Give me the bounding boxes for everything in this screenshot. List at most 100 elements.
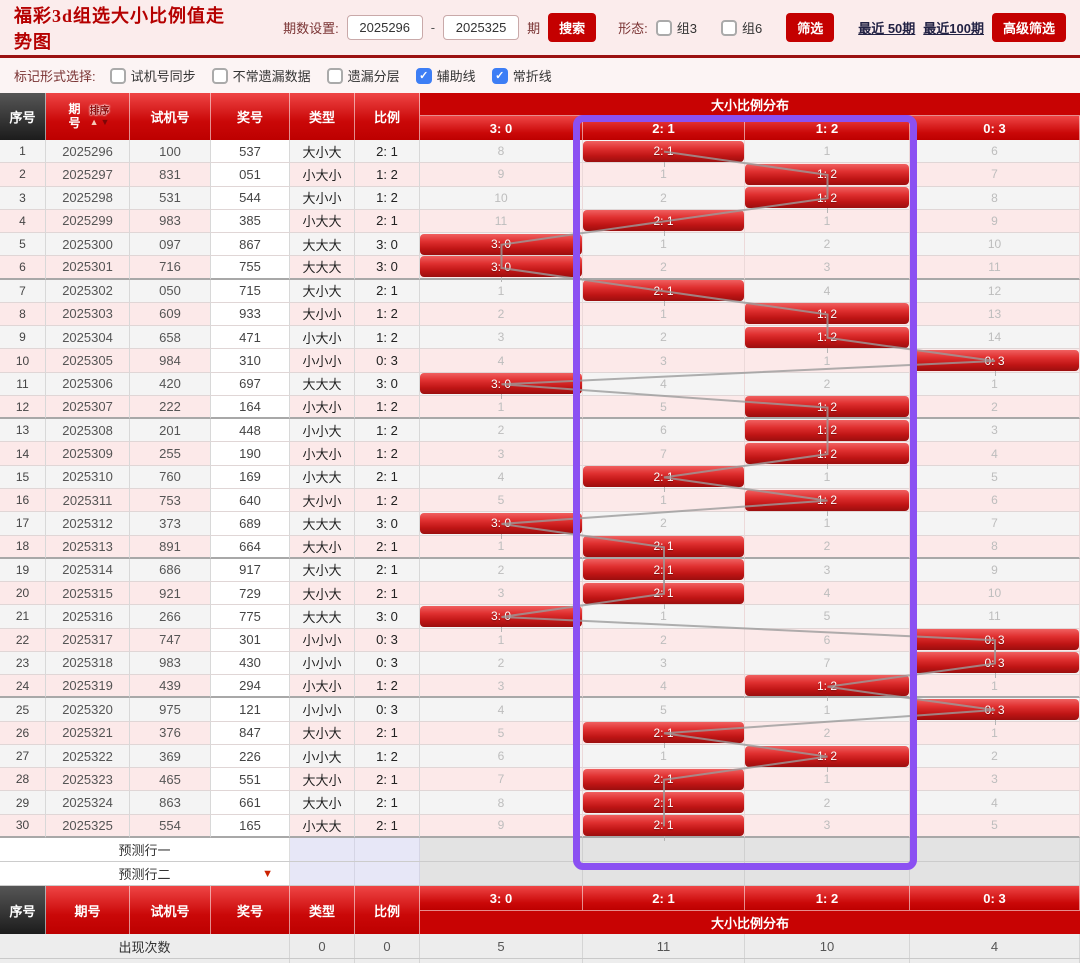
prediction-dist-cell[interactable]: [745, 862, 910, 885]
table-row: 72025302050715大小大2: 112: 1412: [0, 280, 1080, 303]
period-from-input[interactable]: [347, 15, 423, 40]
dist-cell: 3: [910, 419, 1080, 442]
column-header-type: 类型: [290, 93, 355, 140]
ratio-column-0-3: 0: 3: [910, 886, 1080, 910]
dist-cell: 3: [420, 582, 583, 605]
checkbox-checked-icon[interactable]: ✓: [492, 68, 508, 84]
prediction-dist-cell[interactable]: [583, 862, 745, 885]
table-row: 102025305984310小小小0: 34310: 3: [0, 349, 1080, 372]
hit-bar: 2: 1: [583, 559, 744, 580]
filter-button[interactable]: 筛选: [786, 13, 834, 42]
cell-period: 2025320: [46, 698, 130, 721]
cell-prize-number: 226: [211, 745, 290, 768]
prediction-ratio-cell[interactable]: [355, 838, 420, 861]
mark-option-0[interactable]: 试机号同步: [110, 66, 196, 85]
cell-period: 2025316: [46, 605, 130, 628]
prediction-dist-cell[interactable]: [910, 838, 1080, 861]
dist-cell: 0: 3: [910, 349, 1080, 372]
topbar: 福彩3d组选大小比例值走势图 期数设置: - 期 搜索 形态: 组3 组6 筛选…: [0, 0, 1080, 58]
cell-test-number: 255: [130, 442, 211, 465]
search-button[interactable]: 搜索: [548, 13, 596, 42]
prediction-dist-cell[interactable]: [420, 862, 583, 885]
zu6-option[interactable]: 组6: [721, 18, 762, 37]
checkbox-icon[interactable]: [327, 68, 343, 84]
dist-cell: 11: [910, 256, 1080, 279]
dist-cell: 2: [420, 419, 583, 442]
dist-cell: 8: [910, 187, 1080, 210]
dist-cell: 1: 2: [745, 675, 910, 698]
cell-ratio: 0: 3: [355, 629, 420, 652]
zu6-checkbox-icon[interactable]: [721, 20, 737, 36]
mark-option-1[interactable]: 不常遗漏数据: [212, 66, 311, 85]
column-header-seq: 序号: [0, 886, 46, 934]
cell-ratio: 1: 2: [355, 419, 420, 442]
cell-test-number: 376: [130, 722, 211, 745]
sort-asc-icon[interactable]: ▲: [90, 118, 99, 127]
dist-cell: 3: [420, 326, 583, 349]
cell-ratio: 1: 2: [355, 489, 420, 512]
mark-option-label: 遗漏分层: [348, 66, 400, 85]
recent-50-link[interactable]: 最近 50期: [858, 18, 915, 37]
dist-cell: 2: [910, 745, 1080, 768]
table-row: 92025304658471小大小1: 2321: 214: [0, 326, 1080, 349]
cell-seq: 4: [0, 210, 46, 233]
prediction-row-1: 预测行一: [0, 838, 1080, 862]
cell-ratio: 3: 0: [355, 373, 420, 396]
prediction-dist-cell[interactable]: [745, 838, 910, 861]
cell-ratio: 1: 2: [355, 675, 420, 698]
recent-100-link[interactable]: 最近100期: [923, 18, 984, 37]
cell-prize-number: 471: [211, 326, 290, 349]
zu3-checkbox-icon[interactable]: [656, 20, 672, 36]
stat-value: 4: [910, 934, 1080, 958]
cell-ratio: 1: 2: [355, 442, 420, 465]
sort-control[interactable]: 排序 ▲ ▼: [90, 107, 110, 127]
cell-type: 小大小: [290, 326, 355, 349]
ratio-column-3-0: 3: 0: [420, 116, 583, 140]
sort-desc-icon[interactable]: ▼: [101, 118, 110, 127]
cell-period: 2025296: [46, 140, 130, 163]
mark-option-3[interactable]: ✓辅助线: [416, 66, 476, 85]
column-header-period[interactable]: 期号 排序 ▲ ▼: [46, 93, 130, 140]
checkbox-icon[interactable]: [110, 68, 126, 84]
prediction-dist-cell[interactable]: [910, 862, 1080, 885]
prediction-ratio-cell[interactable]: [355, 862, 420, 885]
cell-prize-number: 775: [211, 605, 290, 628]
table-row: 212025316266775大大大3: 03: 01511: [0, 605, 1080, 628]
cell-type: 大大大: [290, 233, 355, 256]
prediction-label: 预测行一: [0, 838, 290, 861]
hit-bar: 1: 2: [745, 187, 909, 208]
mark-option-4[interactable]: ✓常折线: [492, 66, 552, 85]
ratio-column-1-2: 1: 2: [745, 116, 910, 140]
mark-option-2[interactable]: 遗漏分层: [327, 66, 400, 85]
cell-prize-number: 385: [211, 210, 290, 233]
cell-prize-number: 917: [211, 559, 290, 582]
column-header-test: 试机号: [130, 93, 211, 140]
cell-type: 大大大: [290, 373, 355, 396]
prediction-dist-cell[interactable]: [583, 838, 745, 861]
checkbox-checked-icon[interactable]: ✓: [416, 68, 432, 84]
dist-cell: 1: [583, 745, 745, 768]
cell-ratio: 2: 1: [355, 815, 420, 838]
checkbox-icon[interactable]: [212, 68, 228, 84]
dist-cell: 6: [745, 629, 910, 652]
table-row: 252025320975121小小小0: 34510: 3: [0, 698, 1080, 721]
period-to-input[interactable]: [443, 15, 519, 40]
cell-period: 2025321: [46, 722, 130, 745]
dist-cell: 4: [910, 791, 1080, 814]
cell-period: 2025317: [46, 629, 130, 652]
prediction-type-cell[interactable]: [290, 838, 355, 861]
mark-options: 试机号同步不常遗漏数据 遗漏分层 ✓辅助线 ✓常折线: [110, 66, 568, 85]
dist-cell: 8: [910, 536, 1080, 559]
prediction-dist-cell[interactable]: [420, 838, 583, 861]
dist-cell: 9: [420, 815, 583, 838]
advanced-filter-button[interactable]: 高级筛选: [992, 13, 1066, 42]
cell-seq: 10: [0, 349, 46, 372]
dist-cell: 2: [583, 629, 745, 652]
table-row: 112025306420697大大大3: 03: 0421: [0, 373, 1080, 396]
stat-ratio-value: 0: [355, 934, 420, 958]
prediction-type-cell[interactable]: [290, 862, 355, 885]
dist-cell: 4: [583, 373, 745, 396]
hit-bar: 2: 1: [583, 466, 744, 487]
cell-test-number: 686: [130, 559, 211, 582]
zu3-option[interactable]: 组3: [656, 18, 697, 37]
